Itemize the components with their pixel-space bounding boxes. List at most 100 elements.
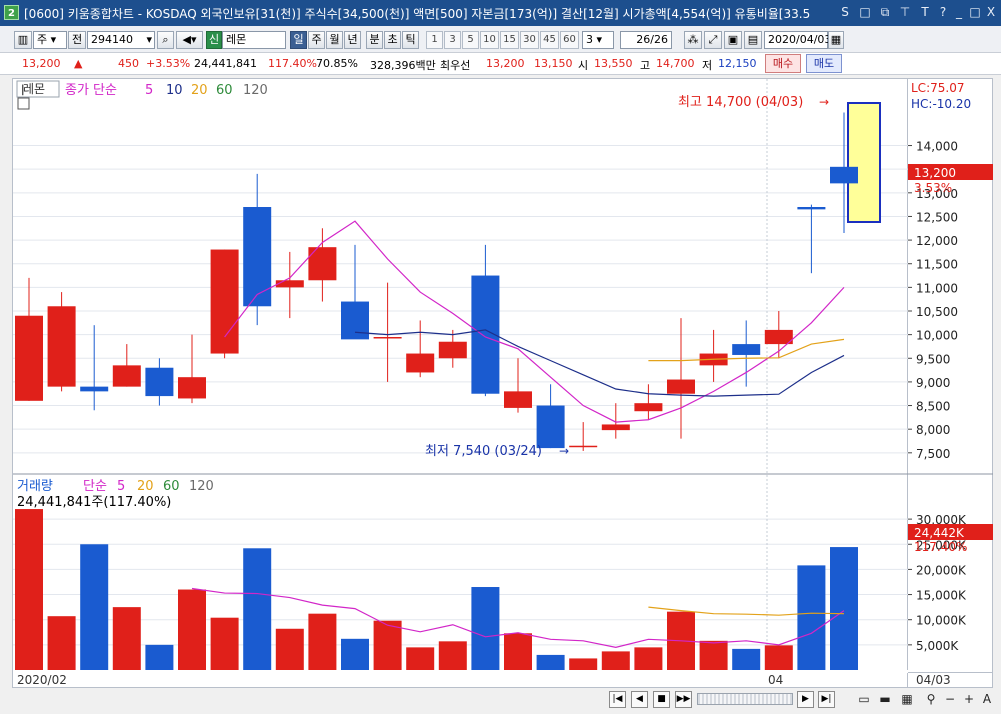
draw-tool-icon[interactable]: ⤢ [704, 31, 722, 49]
period-week[interactable]: 주 [308, 31, 325, 49]
thumbnail-icon[interactable]: ▭ [857, 691, 871, 708]
title-bar: 2 [0600] 키움종합차트 - KOSDAQ 외국인보유[31(천)] 주식… [0, 0, 1001, 26]
market-type-select[interactable]: 주 ▾ [33, 31, 67, 49]
period-day[interactable]: 일 [290, 31, 307, 49]
pin-icon[interactable]: ⊤ [896, 4, 914, 21]
candle-body [308, 247, 337, 281]
volume-bar [308, 613, 337, 670]
volume-bar [15, 509, 43, 670]
candle-body [80, 386, 109, 392]
low-annotation: 최저 7,540 (03/24) [425, 444, 542, 459]
tile-icon[interactable]: ⧉ [876, 4, 894, 21]
price-tick-label: 12,500 [916, 210, 958, 224]
candle-body [373, 337, 402, 339]
volume-bar [80, 544, 109, 670]
x-axis-start-label: 2020/02 [17, 673, 67, 687]
candle-body [438, 341, 467, 359]
font-size-icon[interactable]: A [980, 691, 994, 708]
period-tick[interactable]: 틱 [402, 31, 419, 49]
volume-bar [569, 658, 598, 670]
next-page-icon[interactable]: ▶▶ [675, 691, 692, 708]
chart-type-icon[interactable]: ▥ [14, 31, 32, 49]
period-minute[interactable]: 분 [366, 31, 383, 49]
candle-body [145, 367, 174, 397]
minute-preset-10[interactable]: 10 [480, 31, 499, 49]
minute-preset-30[interactable]: 30 [520, 31, 539, 49]
axis-ticks: 14,00013,50013,00012,50012,00011,50011,0… [908, 140, 967, 653]
zoom-in-icon[interactable]: + [962, 691, 976, 708]
stock-tag: 레몬 [23, 82, 45, 96]
restore-icon[interactable]: □ [856, 4, 874, 21]
price-axis[interactable]: LC:75.07 HC:-10.20 14,00013,50013,00012,… [908, 78, 993, 673]
volume-current-tag-label: 24,442K [914, 526, 965, 540]
volume-ma-20: 20 [137, 479, 154, 494]
buy-button[interactable]: 매수 [765, 54, 801, 73]
unit-select[interactable]: 3 ▾ [582, 31, 614, 49]
zoom-icon[interactable]: ⚲ [924, 691, 938, 708]
link-icon[interactable]: S [836, 4, 854, 21]
period-year[interactable]: 년 [344, 31, 361, 49]
stop-icon[interactable]: ■ [653, 691, 670, 708]
calendar-icon[interactable]: ▦ [828, 31, 844, 49]
volume-bars [15, 509, 858, 670]
volume-ma-60: 60 [163, 479, 180, 494]
ma-period-120: 120 [243, 83, 268, 98]
period-second[interactable]: 초 [384, 31, 401, 49]
prev-page-icon[interactable]: ◀ [631, 691, 648, 708]
candle-body [243, 207, 272, 307]
period-month[interactable]: 월 [326, 31, 343, 49]
volume-tick-label: 15,000K [916, 589, 967, 603]
price-tick-label: 7,500 [916, 447, 950, 461]
current-price-tag-label: 13,200 [914, 166, 956, 180]
volume-bar [438, 641, 467, 670]
stock-code-input[interactable]: 294140 ▾ [87, 31, 155, 49]
volume-ma-5: 5 [117, 479, 125, 494]
zoom-scrollbar[interactable] [697, 693, 793, 705]
minute-preset-1[interactable]: 1 [426, 31, 443, 49]
volume-bar [373, 620, 402, 670]
grid-toggle-icon[interactable] [17, 97, 30, 110]
candle-body [830, 166, 858, 184]
stock-name-field: 레몬 [222, 31, 286, 49]
candle-body [732, 344, 761, 355]
prev-button[interactable]: 전 [68, 31, 86, 49]
date-input[interactable]: 2020/04/03 [764, 31, 831, 49]
lc-label: LC:75.07 [911, 81, 964, 95]
current-pct-tag-label: 3.53% [914, 181, 952, 195]
toolbar: ▥ 주 ▾ 전 294140 ▾ ⌕ ◀▾ 신 레몬 일 주 월 년 분 초 틱 … [0, 26, 1001, 53]
price-tick-label: 11,500 [916, 258, 958, 272]
sound-icon[interactable]: ◀▾ [176, 31, 203, 49]
volume-bar [275, 628, 304, 670]
candle-body [797, 207, 826, 210]
quote-bar: 13,200 ▲ 450 +3.53% 24,441,841 117.40% 7… [0, 53, 1001, 75]
search-icon[interactable]: ⌕ [157, 31, 174, 49]
overlay-icon[interactable]: ⁂ [684, 31, 702, 49]
axis-canvas[interactable]: LC:75.07 HC:-10.20 14,00013,50013,00012,… [908, 79, 993, 674]
highlight-box[interactable] [847, 102, 881, 223]
close-button[interactable]: X [982, 4, 1000, 21]
settings-icon[interactable]: ▤ [744, 31, 762, 49]
legend-toggle-icon[interactable]: ┃ [20, 84, 25, 96]
minute-preset-15[interactable]: 15 [500, 31, 519, 49]
window-title: [0600] 키움종합차트 - KOSDAQ 외국인보유[31(천)] 주식수[… [24, 7, 811, 21]
low-label: 저 [702, 59, 713, 72]
minute-preset-3[interactable]: 3 [444, 31, 461, 49]
volume-current-value: 24,441,841주(117.40%) [17, 495, 171, 510]
chart-area[interactable]: 레몬 ┃ 종가 단순 5 10 20 60 120 최고 14,700 (04/… [12, 78, 909, 688]
first-page-icon[interactable]: |◀ [609, 691, 626, 708]
zoom-out-icon[interactable]: − [943, 691, 957, 708]
scroll-end-icon[interactable]: ▶| [818, 691, 835, 708]
minute-preset-5[interactable]: 5 [462, 31, 479, 49]
table-icon[interactable]: ▦ [900, 691, 914, 708]
text-icon[interactable]: T [916, 4, 934, 21]
sell-button[interactable]: 매도 [806, 54, 842, 73]
open-label: 시 [578, 59, 589, 72]
data-icon[interactable]: ▬ [878, 691, 892, 708]
minute-preset-45[interactable]: 45 [540, 31, 559, 49]
ma-period-60: 60 [216, 83, 233, 98]
save-icon[interactable]: ▣ [724, 31, 742, 49]
minute-preset-60[interactable]: 60 [560, 31, 579, 49]
chart-canvas[interactable]: 레몬 ┃ 종가 단순 5 10 20 60 120 최고 14,700 (04/… [13, 79, 909, 688]
scroll-right-icon[interactable]: ▶ [797, 691, 814, 708]
candle-body [634, 403, 663, 412]
